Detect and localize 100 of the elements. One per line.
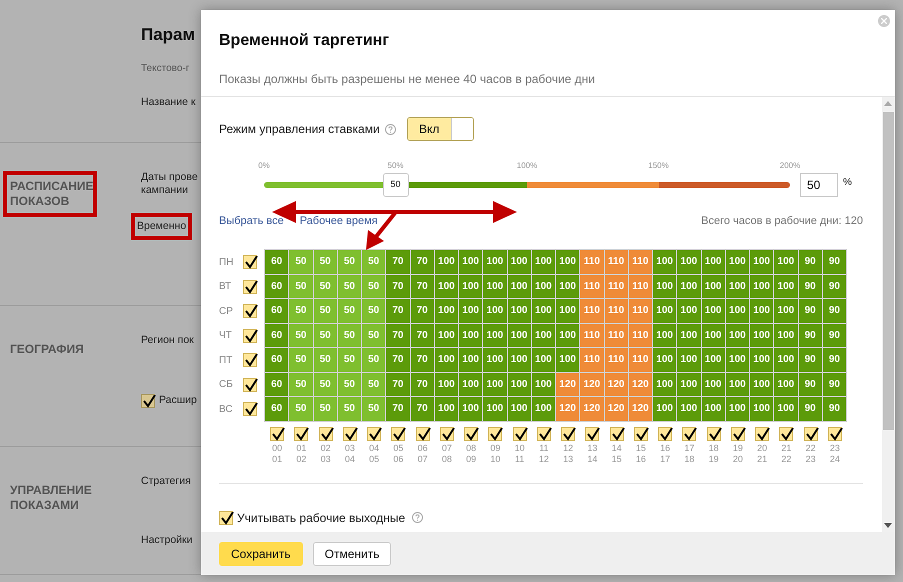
grid-cell[interactable]: 100	[556, 324, 580, 347]
grid-cell[interactable]: 110	[628, 250, 652, 274]
checkbox[interactable]	[141, 394, 155, 408]
checkbox[interactable]	[219, 510, 233, 524]
grid-cell[interactable]: 100	[702, 250, 725, 274]
grid-cell[interactable]: 100	[677, 250, 700, 274]
grid-cell[interactable]: 120	[580, 372, 604, 396]
grid-cell[interactable]: 70	[386, 299, 410, 322]
grid-cell[interactable]: 100	[653, 397, 676, 420]
grid-cell[interactable]: 100	[434, 397, 458, 420]
checkbox[interactable]	[682, 426, 696, 440]
grid-cell[interactable]: 100	[556, 299, 580, 322]
grid-cell[interactable]: 50	[338, 324, 361, 347]
grid-cell[interactable]: 60	[265, 372, 288, 396]
grid-cell[interactable]: 100	[750, 397, 774, 420]
grid-cell[interactable]: 110	[628, 324, 652, 347]
grid-cell[interactable]: 50	[362, 324, 386, 347]
checkbox[interactable]	[512, 426, 527, 440]
grid-cell[interactable]: 110	[628, 348, 652, 372]
grid-cell[interactable]: 100	[459, 274, 482, 298]
grid-cell[interactable]: 100	[774, 324, 798, 347]
grid-cell[interactable]: 50	[362, 250, 386, 274]
grid-cell[interactable]: 100	[532, 397, 555, 420]
grid-cell[interactable]: 100	[677, 397, 700, 420]
grid-cell[interactable]: 100	[726, 250, 749, 274]
grid-cell[interactable]: 70	[386, 274, 410, 298]
checkbox[interactable]	[243, 378, 257, 392]
grid-cell[interactable]: 100	[702, 372, 725, 396]
grid-cell[interactable]: 50	[338, 397, 361, 420]
grid-cell[interactable]: 110	[604, 250, 628, 274]
grid-cell[interactable]: 100	[750, 324, 774, 347]
grid-cell[interactable]: 90	[798, 397, 822, 420]
grid-cell[interactable]: 100	[653, 250, 676, 274]
grid-cell[interactable]: 100	[750, 299, 774, 322]
grid-cell[interactable]: 100	[459, 250, 482, 274]
grid-cell[interactable]: 50	[338, 299, 361, 322]
grid-cell[interactable]: 100	[677, 348, 700, 372]
grid-cell[interactable]: 100	[750, 274, 774, 298]
grid-cell[interactable]: 90	[798, 250, 822, 274]
grid-cell[interactable]: 60	[265, 274, 288, 298]
checkbox[interactable]	[243, 304, 257, 318]
checkbox[interactable]	[243, 328, 257, 343]
grid-cell[interactable]: 90	[822, 274, 846, 298]
grid-cell[interactable]: 100	[434, 324, 458, 347]
grid-cell[interactable]: 50	[338, 348, 361, 372]
grid-cell[interactable]: 50	[314, 348, 337, 372]
grid-cell[interactable]: 50	[338, 250, 361, 274]
checkbox[interactable]	[585, 426, 600, 440]
grid-cell[interactable]: 60	[265, 299, 288, 322]
grid-cell[interactable]: 70	[386, 372, 410, 396]
grid-cell[interactable]: 100	[653, 274, 676, 298]
grid-cell[interactable]: 100	[702, 348, 725, 372]
checkbox[interactable]	[367, 426, 382, 440]
grid-cell[interactable]: 50	[314, 274, 337, 298]
grid-cell[interactable]: 100	[508, 299, 531, 322]
grid-cell[interactable]: 90	[822, 250, 846, 274]
checkbox[interactable]	[243, 255, 257, 270]
grid-cell[interactable]: 100	[508, 250, 531, 274]
grid-cell[interactable]: 100	[774, 274, 798, 298]
grid-cell[interactable]: 100	[556, 274, 580, 298]
grid-cell[interactable]: 90	[822, 372, 846, 396]
checkbox[interactable]	[828, 426, 842, 440]
grid-cell[interactable]: 50	[362, 372, 386, 396]
grid-cell[interactable]: 70	[410, 274, 434, 298]
grid-cell[interactable]: 100	[702, 274, 725, 298]
grid-cell[interactable]: 110	[604, 274, 628, 298]
grid-cell[interactable]: 100	[508, 274, 531, 298]
grid-cell[interactable]: 100	[434, 274, 458, 298]
checkbox[interactable]	[416, 426, 430, 440]
grid-cell[interactable]: 70	[410, 372, 434, 396]
checkbox[interactable]	[779, 426, 794, 440]
checkbox[interactable]	[464, 426, 478, 440]
grid-cell[interactable]: 100	[508, 372, 531, 396]
grid-cell[interactable]: 100	[459, 348, 482, 372]
scroll-down-icon[interactable]	[884, 523, 892, 528]
checkbox[interactable]	[804, 426, 818, 440]
grid-cell[interactable]: 100	[556, 348, 580, 372]
grid-cell[interactable]: 100	[508, 397, 531, 420]
grid-cell[interactable]: 70	[386, 348, 410, 372]
checkbox[interactable]	[634, 426, 648, 440]
grid-cell[interactable]: 110	[604, 324, 628, 347]
grid-cell[interactable]: 100	[677, 372, 700, 396]
grid-cell[interactable]: 100	[459, 372, 482, 396]
grid-cell[interactable]: 50	[362, 274, 386, 298]
grid-cell[interactable]: 70	[386, 324, 410, 347]
grid-cell[interactable]: 100	[483, 299, 506, 322]
grid-cell[interactable]: 50	[314, 250, 337, 274]
grid-cell[interactable]: 100	[750, 372, 774, 396]
grid-cell[interactable]: 110	[580, 348, 604, 372]
grid-cell[interactable]: 50	[314, 324, 337, 347]
grid-cell[interactable]: 100	[653, 348, 676, 372]
checkbox[interactable]	[342, 426, 357, 440]
checkbox[interactable]	[561, 426, 576, 440]
grid-cell[interactable]: 100	[726, 299, 749, 322]
grid-cell[interactable]: 100	[726, 348, 749, 372]
checkbox[interactable]	[294, 426, 308, 440]
grid-cell[interactable]: 100	[434, 372, 458, 396]
grid-cell[interactable]: 90	[798, 372, 822, 396]
grid-cell[interactable]: 50	[289, 397, 312, 420]
grid-cell[interactable]: 60	[265, 324, 288, 347]
